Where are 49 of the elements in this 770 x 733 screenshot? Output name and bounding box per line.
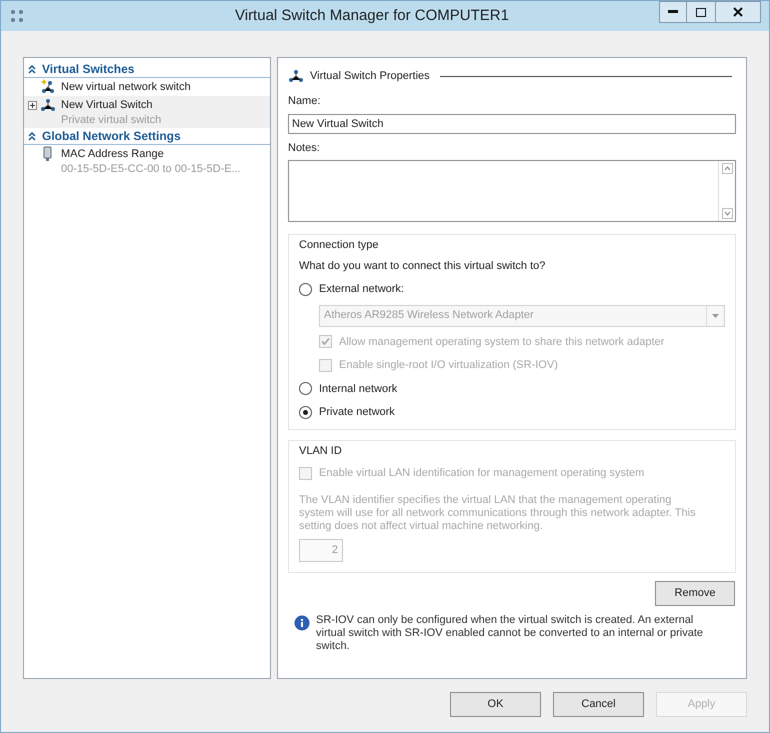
name-field[interactable]: New Virtual Switch bbox=[288, 114, 736, 134]
checkbox-label: Enable single-root I/O virtualization (SR-IOV) bbox=[339, 358, 558, 373]
remove-button[interactable]: Remove bbox=[655, 580, 735, 606]
radio-label: Internal network bbox=[319, 382, 398, 396]
radio-button[interactable] bbox=[299, 406, 312, 419]
dialog-button[interactable]: OK bbox=[450, 692, 541, 717]
field-label: Name: bbox=[288, 94, 322, 109]
section-title[interactable]: Global Network Settings bbox=[42, 127, 181, 145]
scroll-up-icon[interactable] bbox=[722, 163, 732, 174]
item-subtitle: 00-15-5D-E5-CC-00 to 00-15-5D-E... bbox=[61, 162, 241, 176]
item-subtitle: Private virtual switch bbox=[61, 113, 162, 127]
network-switch-icon bbox=[40, 97, 56, 113]
minimize-button[interactable] bbox=[659, 1, 687, 23]
radio-label: Private network bbox=[319, 405, 395, 420]
info-message: SR-IOV can only be configured when the virtual switch is created. An external virtual switch with SR-IOV enabled cannot be converted to an internal or private switch. bbox=[316, 614, 704, 652]
dialog-button[interactable]: Cancel bbox=[553, 692, 644, 717]
dropdown-caret-icon bbox=[712, 314, 719, 318]
vlan-description: The VLAN identifier specifies the virtual LAN that the management operating system will use for all network communications through this network adapter. This setting does not affect virtual machine networking. bbox=[299, 494, 697, 532]
radio-label: External network: bbox=[319, 282, 404, 297]
close-icon bbox=[733, 7, 743, 17]
radio-button[interactable] bbox=[299, 382, 312, 396]
sidebar-item[interactable]: MAC Address Range 00-15-5D-E5-CC-00 to 00-15-5D-E... bbox=[24, 145, 270, 177]
checkbox-label: Enable virtual LAN identification for management operating system bbox=[319, 466, 644, 481]
close-button[interactable] bbox=[715, 1, 761, 23]
info-icon bbox=[294, 614, 310, 630]
sidebar-item[interactable]: New virtual network switch bbox=[24, 78, 270, 96]
item-label: MAC Address Range bbox=[61, 147, 165, 162]
app-icon bbox=[9, 8, 25, 24]
section-title[interactable]: Virtual Switches bbox=[42, 60, 134, 78]
item-label: New virtual network switch bbox=[61, 80, 191, 95]
group-title: VLAN ID bbox=[299, 444, 343, 458]
scrollbar[interactable] bbox=[718, 161, 735, 221]
checkbox-label: Allow management operating system to share this network adapter bbox=[339, 334, 664, 350]
group-heading: Virtual Switch Properties bbox=[310, 68, 430, 84]
maximize-button[interactable] bbox=[687, 1, 715, 23]
group-title: Connection type bbox=[299, 238, 380, 253]
field-label: Notes: bbox=[288, 140, 321, 156]
maximize-icon bbox=[696, 8, 706, 16]
minimize-icon bbox=[668, 10, 678, 14]
sidebar-item[interactable]: New Virtual Switch Private virtual switch bbox=[24, 96, 270, 128]
scroll-down-icon[interactable] bbox=[722, 208, 732, 219]
question-text: What do you want to connect this virtual switch to? bbox=[299, 258, 546, 274]
radio-button[interactable] bbox=[299, 282, 312, 296]
network-switch-icon bbox=[288, 68, 304, 84]
notes-field[interactable] bbox=[288, 160, 736, 222]
window-title: Virtual Switch Manager for COMPUTER1 bbox=[234, 6, 510, 26]
expand-box-icon[interactable] bbox=[28, 100, 37, 110]
new-switch-icon bbox=[40, 79, 56, 95]
item-label: New Virtual Switch bbox=[61, 98, 154, 113]
